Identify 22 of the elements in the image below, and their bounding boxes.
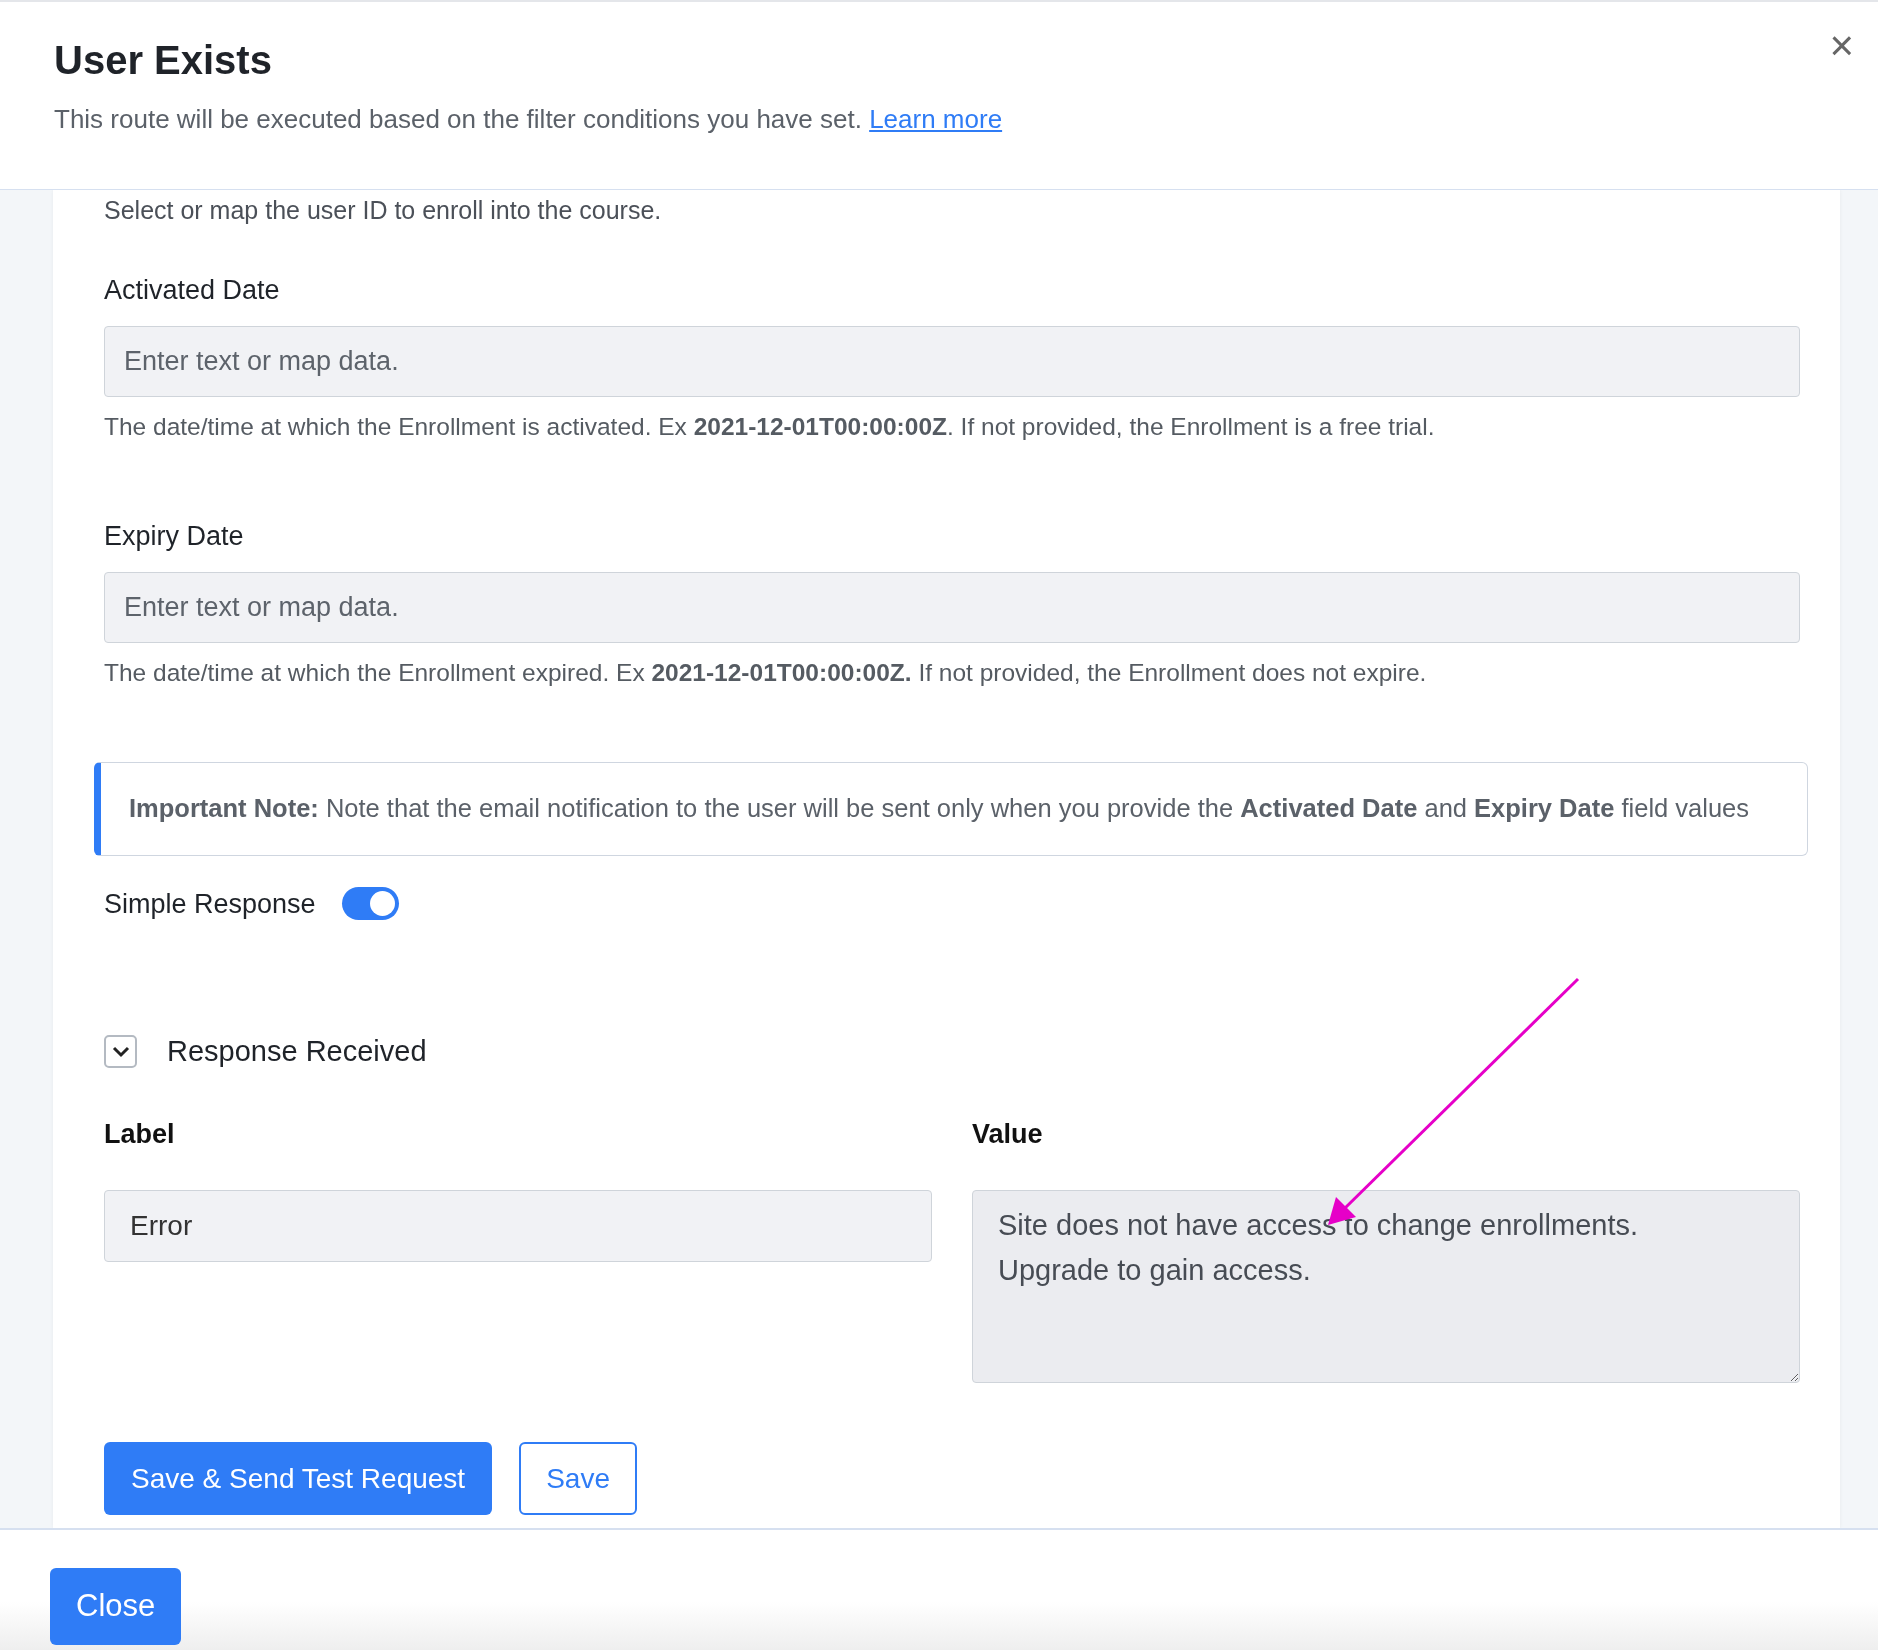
send-test-button[interactable]: Save & Send Test Request (104, 1442, 493, 1516)
text-field[interactable]: Enter text or map data. (104, 572, 1800, 644)
column-heading: Label (104, 1117, 176, 1151)
save-button[interactable]: Save (519, 1442, 637, 1516)
field-help: The date/time at which the Enrollment is activated. Ex 2021-12-01T00:00:00Z. If not provided, the Enrollment is a free trial. (104, 412, 1436, 442)
important-note: Important Note: Note that the email notification to the user will be sent only when you provide the Activated Date and Expiry Date field values (94, 762, 1808, 856)
field-label: Activated Date (104, 273, 281, 307)
toggle-switch[interactable] (341, 887, 399, 921)
field-label: Expiry Date (104, 519, 245, 553)
field-hint: Select or map the user ID to enroll into the course. (104, 195, 662, 226)
learn-more-link[interactable]: Learn more (869, 104, 1003, 134)
column-heading: Value (972, 1117, 1044, 1151)
section-title: Response Received (167, 1034, 427, 1070)
label-field[interactable]: Error (104, 1190, 932, 1263)
field-help: The date/time at which the Enrollment expired. Ex 2021-12-01T00:00:00Z. If not provided, the Enrollment does not expire. (104, 658, 1428, 689)
chevron-icon[interactable] (104, 1035, 137, 1069)
modal-title: User Exists (54, 37, 273, 84)
close-button[interactable]: Close (50, 1568, 182, 1645)
value-field[interactable]: Site does not have access to change enrollments. Upgrade to gain access. (972, 1190, 1800, 1384)
modal-subtitle: This route will be executed based on the filter conditions you have set. Learn more (54, 103, 1004, 136)
text-field[interactable]: Enter text or map data. (104, 326, 1800, 397)
toggle-label: Simple Response (104, 887, 316, 921)
